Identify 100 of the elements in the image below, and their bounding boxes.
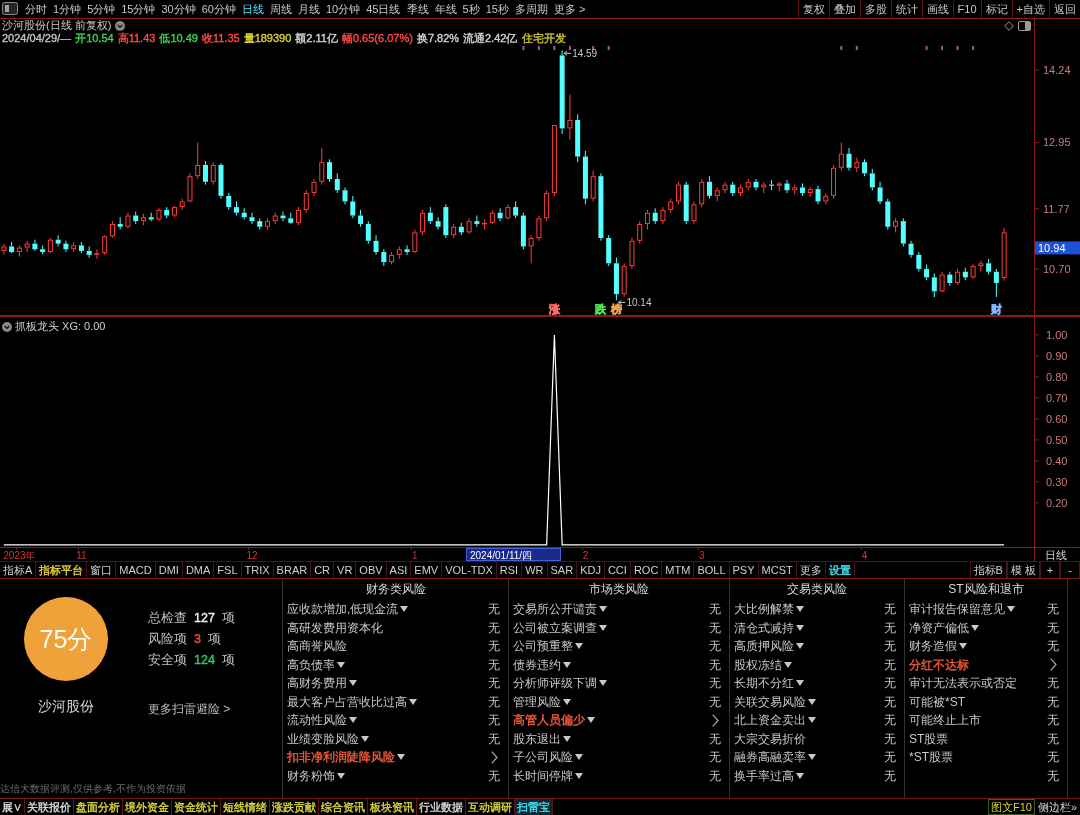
caret-icon[interactable] <box>349 680 357 687</box>
caret-icon[interactable] <box>409 698 417 705</box>
caret-icon[interactable] <box>784 661 792 668</box>
caret-icon[interactable] <box>796 643 804 650</box>
indicator-tab[interactable]: 更多 <box>796 562 826 578</box>
period-tab[interactable]: 日线 <box>239 0 267 18</box>
risk-item[interactable]: 分析师评级下调 <box>513 676 597 691</box>
period-tab[interactable]: 周线 <box>267 0 295 18</box>
bottom-tab[interactable]: 涨跌贡献 <box>270 799 319 815</box>
risk-item[interactable]: 大宗交易折价 <box>734 731 806 746</box>
toolbar-button[interactable]: 叠加 <box>828 0 860 18</box>
caret-icon[interactable] <box>808 717 816 724</box>
chevron-right-icon[interactable] <box>1050 658 1057 672</box>
caret-icon[interactable] <box>796 624 804 631</box>
indicator-tab[interactable]: - <box>1060 562 1080 578</box>
risk-item[interactable]: 高负债率 <box>287 657 335 672</box>
bottom-tab[interactable]: 短线情绪 <box>221 799 270 815</box>
risk-item[interactable]: 高质押风险 <box>734 639 794 654</box>
indicator-tab[interactable]: EMV <box>411 562 443 578</box>
risk-item[interactable]: 流动性风险 <box>287 713 347 728</box>
chevron-right-icon[interactable] <box>491 750 498 764</box>
risk-item[interactable]: 高财务费用 <box>287 676 347 691</box>
period-tab[interactable]: 15秒 <box>482 0 512 18</box>
period-tab[interactable]: 60分钟 <box>198 0 239 18</box>
caret-icon[interactable] <box>397 754 405 761</box>
caret-icon[interactable] <box>808 754 816 761</box>
caret-icon[interactable] <box>959 643 967 650</box>
indicator-tab[interactable]: MACD <box>116 562 156 578</box>
caret-icon[interactable] <box>599 624 607 631</box>
toolbar-button[interactable]: +自选 <box>1011 0 1049 18</box>
indicator-tab[interactable]: WR <box>522 562 548 578</box>
caret-icon[interactable] <box>1007 606 1015 613</box>
risk-item[interactable]: 关联交易风险 <box>734 694 806 709</box>
risk-item[interactable]: 融券高融卖率 <box>734 750 806 765</box>
caret-icon[interactable] <box>599 680 607 687</box>
indicator-tab[interactable]: + <box>1040 562 1060 578</box>
risk-item[interactable]: 最大客户占营收比过高 <box>287 694 407 709</box>
period-tab[interactable]: 30分钟 <box>158 0 199 18</box>
bottom-tab[interactable]: 盘面分析 <box>74 799 123 815</box>
risk-item[interactable]: 扣非净利润陡降风险 <box>287 750 395 765</box>
toolbar-button[interactable]: 画线 <box>921 0 953 18</box>
indicator-tab[interactable]: 指标A <box>0 562 37 578</box>
toolbar-button[interactable]: F10 <box>952 0 981 18</box>
bottom-tab[interactable]: 关联报价 <box>25 799 74 815</box>
more-link[interactable]: 更多扫雷避险 > <box>148 702 231 717</box>
risk-item[interactable]: 审计无法表示或否定 <box>909 676 1017 691</box>
chevron-down-icon[interactable] <box>2 321 12 332</box>
risk-item[interactable]: 审计报告保留意见 <box>909 602 1005 617</box>
caret-icon[interactable] <box>400 606 409 613</box>
risk-item[interactable]: 公司被立案调查 <box>513 620 597 635</box>
caret-icon[interactable] <box>337 772 345 779</box>
caret-icon[interactable] <box>796 772 804 779</box>
risk-item[interactable]: 业绩变脸风险 <box>287 731 359 746</box>
caret-icon[interactable] <box>337 661 345 668</box>
sidebar-button[interactable]: 侧边栏» <box>1034 799 1080 815</box>
period-tab[interactable]: 5秒 <box>459 0 483 18</box>
panel-icon[interactable] <box>1018 20 1031 31</box>
bottom-tab[interactable]: 扫雷宝 <box>515 799 553 815</box>
indicator-tab[interactable]: OBV <box>356 562 387 578</box>
caret-icon[interactable] <box>587 717 595 724</box>
period-tab[interactable]: 45日线 <box>363 0 404 18</box>
bottom-tab[interactable]: 综合资讯 <box>319 799 368 815</box>
period-tab[interactable]: 15分钟 <box>118 0 159 18</box>
bottom-tab[interactable]: 行业数据 <box>417 799 466 815</box>
risk-item[interactable]: 可能终止上市 <box>909 713 981 728</box>
indicator-tab[interactable]: 指标B <box>969 562 1007 578</box>
risk-item[interactable]: 债券违约 <box>513 657 561 672</box>
indicator-tab[interactable]: BOLL <box>694 562 730 578</box>
indicator-tab[interactable]: 模 板 <box>1006 562 1040 578</box>
risk-item[interactable]: 股东退出 <box>513 731 561 746</box>
panel-icon[interactable] <box>2 2 18 15</box>
indicator-tab[interactable]: TRIX <box>241 562 274 578</box>
caret-icon[interactable] <box>563 698 571 705</box>
risk-item[interactable]: *ST股票 <box>909 750 953 765</box>
risk-item[interactable]: 换手率过高 <box>734 768 794 783</box>
indicator-tab[interactable]: ASI <box>386 562 412 578</box>
risk-item[interactable]: 大比例解禁 <box>734 602 794 617</box>
indicator-tab[interactable]: MCST <box>758 562 797 578</box>
period-tab[interactable]: 更多 > <box>550 0 589 18</box>
indicator-tab[interactable]: CR <box>311 562 335 578</box>
risk-item[interactable]: 可能被*ST <box>909 694 965 709</box>
toolbar-button[interactable]: 返回 <box>1049 0 1080 18</box>
risk-item[interactable]: 长时间停牌 <box>513 768 573 783</box>
toolbar-button[interactable]: 标记 <box>980 0 1012 18</box>
f10-button[interactable]: 图文F10 <box>987 799 1035 815</box>
caret-icon[interactable] <box>575 754 583 761</box>
caret-icon[interactable] <box>349 717 357 724</box>
indicator-tab[interactable]: BRAR <box>273 562 312 578</box>
indicator-tab[interactable]: ROC <box>630 562 663 578</box>
risk-item[interactable]: 分红不达标 <box>909 657 969 672</box>
toolbar-button[interactable]: 统计 <box>890 0 922 18</box>
risk-item[interactable]: 应收款增加,低现金流 <box>287 602 399 617</box>
diamond-icon[interactable] <box>1004 20 1014 31</box>
chevron-right-icon[interactable] <box>712 713 719 727</box>
bottom-tab[interactable]: 境外资金 <box>123 799 172 815</box>
caret-icon[interactable] <box>563 735 571 742</box>
risk-item[interactable]: 公司预重整 <box>513 639 573 654</box>
chevron-down-icon[interactable] <box>115 20 126 31</box>
risk-item[interactable]: 北上资金卖出 <box>734 713 806 728</box>
risk-item[interactable]: 高研发费用资本化 <box>287 620 383 635</box>
